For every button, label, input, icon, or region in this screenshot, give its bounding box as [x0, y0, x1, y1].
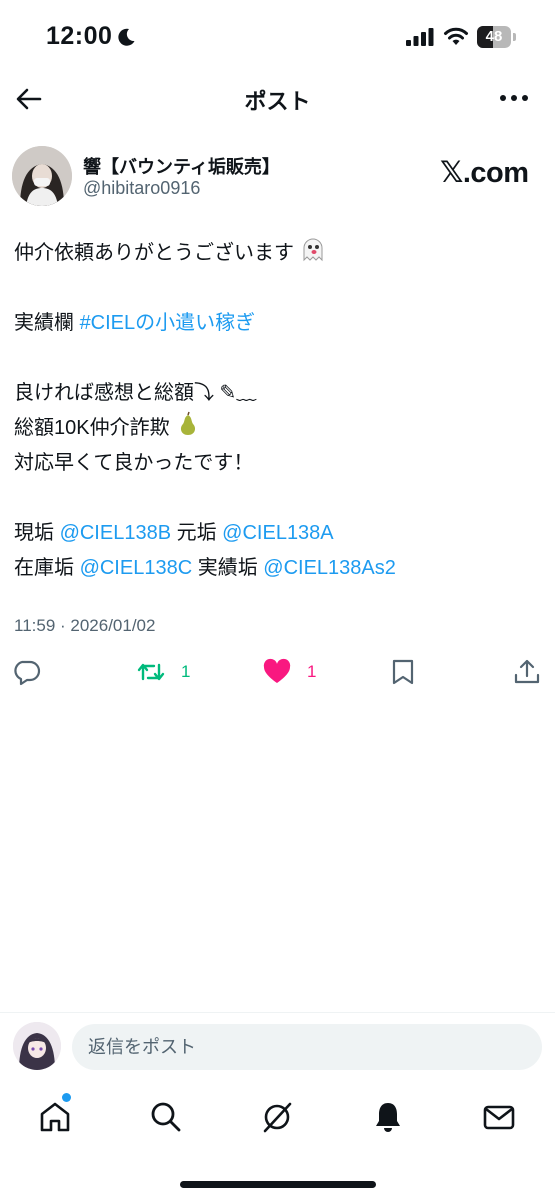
mention-link[interactable]: @CIEL138As2: [263, 557, 396, 579]
post-line: 実績欄 #CIELの小遣い稼ぎ: [14, 306, 544, 341]
post-text: 実績垢: [192, 557, 264, 579]
bookmark-icon: [392, 659, 414, 685]
reply-input[interactable]: 返信をポスト: [72, 1024, 542, 1070]
pear-emoji-icon: [181, 411, 196, 435]
more-icon[interactable]: [498, 88, 530, 108]
tab-notifications[interactable]: [371, 1100, 405, 1134]
post-body: 仲介依頼ありがとうございます 実績欄 #CIELの小遣い稼ぎ 良ければ感想と総額…: [14, 236, 544, 586]
battery-indicator: 48: [477, 26, 517, 48]
status-bar: 12:00 48: [0, 0, 555, 72]
post-timestamp[interactable]: 11:59 · 2026/01/02: [14, 616, 155, 636]
tab-search[interactable]: [149, 1100, 183, 1134]
reply-icon: [14, 660, 41, 686]
author-avatar[interactable]: [12, 146, 72, 206]
header: ポスト: [0, 72, 555, 126]
post-text: 元垢: [171, 522, 223, 544]
tab-bar: [0, 1090, 555, 1150]
x-logo-watermark: 𝕏.com: [440, 157, 529, 189]
status-time: 12:00: [46, 22, 113, 50]
signal-icon: [406, 28, 434, 46]
tab-grok[interactable]: [260, 1100, 294, 1134]
like-count: 1: [307, 662, 317, 681]
author-name[interactable]: 響【バウンティ垢販売】: [83, 153, 280, 179]
post-line: 在庫垢 @CIEL138C 実績垢 @CIEL138As2: [14, 551, 544, 586]
heart-icon: [263, 658, 291, 683]
bell-icon: [376, 1103, 400, 1132]
post-text: 在庫垢: [14, 557, 80, 579]
reply-button[interactable]: [13, 658, 41, 686]
post-line: 現垢 @CIEL138B 元垢 @CIEL138A: [14, 516, 544, 551]
search-icon: [151, 1102, 181, 1132]
post-line: 仲介依頼ありがとうございます: [14, 236, 544, 271]
like-button[interactable]: 1: [263, 658, 316, 686]
home-icon: [40, 1102, 70, 1132]
action-bar: 1 1: [0, 652, 555, 692]
tab-home[interactable]: [38, 1100, 72, 1134]
post-text: 実績欄: [14, 312, 80, 334]
post-text: 仲介依頼ありがとうございます: [14, 242, 294, 264]
bookmark-button[interactable]: [389, 658, 417, 686]
divider: [0, 1012, 555, 1013]
retweet-count: 1: [181, 662, 191, 681]
reply-avatar: [13, 1022, 61, 1070]
hashtag-link[interactable]: #CIELの小遣い稼ぎ: [80, 312, 256, 334]
notification-dot: [62, 1093, 71, 1102]
ghost-emoji-icon: [303, 238, 323, 262]
mail-icon: [483, 1105, 515, 1130]
wifi-icon: [444, 27, 468, 45]
post-line: 総額10K仲介詐欺: [14, 411, 544, 446]
tab-messages[interactable]: [482, 1100, 516, 1134]
author-handle[interactable]: @hibitaro0916: [83, 178, 200, 199]
post-text: 総額10K仲介詐欺: [14, 417, 170, 439]
home-indicator: [180, 1181, 376, 1188]
retweet-icon: [137, 663, 165, 681]
page-title: ポスト: [244, 89, 311, 114]
post-line: 良ければ感想と総額⤵︎ ✎﹏: [14, 382, 257, 404]
mention-link[interactable]: @CIEL138B: [60, 522, 171, 544]
moon-icon: [118, 28, 135, 46]
retweet-button[interactable]: 1: [137, 658, 190, 686]
battery-text: 48: [485, 28, 503, 45]
grok-icon: [263, 1102, 292, 1133]
post-line: 対応早くて良かったです！: [14, 452, 254, 474]
share-button[interactable]: [513, 658, 541, 686]
post-text: 現垢: [14, 522, 60, 544]
mention-link[interactable]: @CIEL138C: [80, 557, 193, 579]
share-icon: [514, 659, 540, 684]
mention-link[interactable]: @CIEL138A: [222, 522, 333, 544]
